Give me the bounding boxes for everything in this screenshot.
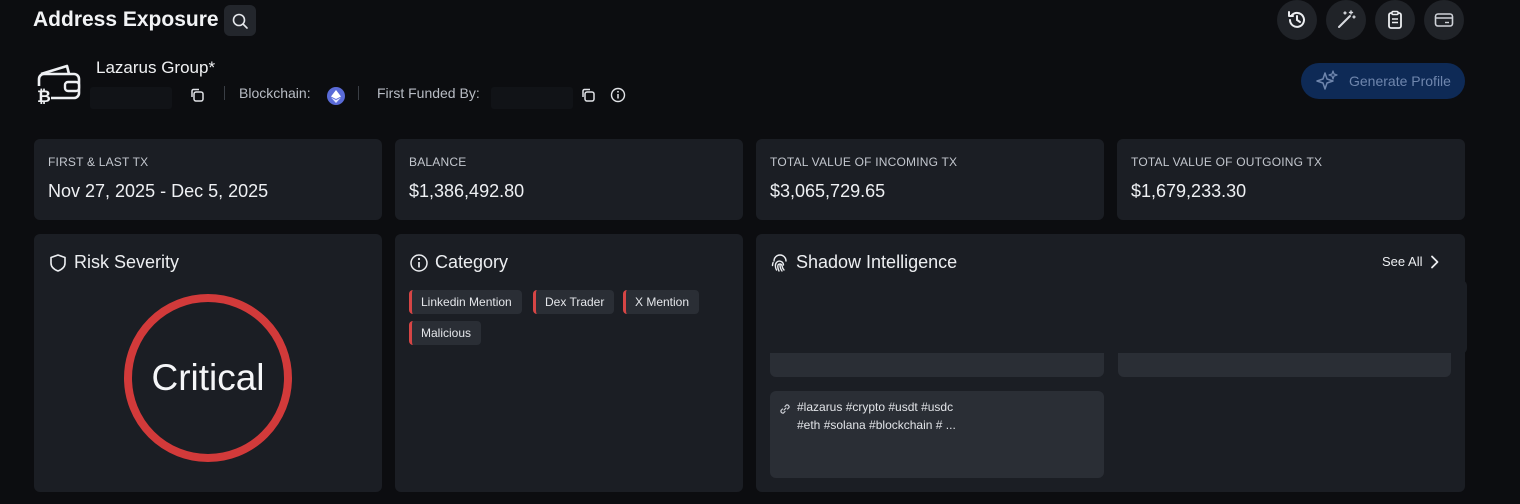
sparkle-icon — [1316, 70, 1338, 90]
separator — [358, 86, 359, 100]
stat-value: $1,679,233.30 — [1131, 181, 1247, 201]
stat-card-incoming: TOTAL VALUE OF INCOMING TX $3,065,729.65 — [756, 139, 1104, 220]
stat-card-balance: BALANCE $1,386,492.80 — [395, 139, 743, 220]
first-funded-label: First Funded By: — [377, 85, 480, 101]
stat-value: Nov 27, 2025 - Dec 5, 2025 — [48, 181, 269, 201]
copy-icon[interactable] — [189, 87, 205, 103]
intel-carousel-overlay — [770, 280, 1467, 354]
shadow-intelligence-header: Shadow Intelligence — [770, 252, 957, 273]
category-header: Category — [409, 252, 508, 273]
category-tag[interactable]: X Mention — [623, 290, 700, 314]
clipboard-button[interactable] — [1375, 0, 1415, 40]
bitcoin-wallet-icon: ₿ — [35, 64, 81, 104]
svg-text:₿: ₿ — [37, 87, 51, 104]
search-button[interactable] — [224, 5, 256, 36]
category-tag[interactable]: Malicious — [409, 321, 482, 345]
see-all-link[interactable]: See All — [1382, 254, 1440, 269]
see-all-label: See All — [1382, 254, 1423, 269]
stat-card-outgoing: TOTAL VALUE OF OUTGOING TX $1,679,233.30 — [1117, 139, 1465, 220]
address-value-masked — [90, 87, 172, 109]
magic-wand-button[interactable] — [1326, 0, 1366, 40]
page-title: Address Exposure — [33, 8, 219, 31]
intel-post-card[interactable]: #lazarus #crypto #usdt #usdc #eth #solan… — [770, 391, 1104, 478]
shield-icon — [50, 253, 66, 272]
shadow-intelligence-title: Shadow Intelligence — [796, 252, 958, 272]
risk-level-ring: Critical — [124, 294, 292, 462]
entity-name: Lazarus Group* — [96, 58, 216, 77]
stat-label: BALANCE — [409, 155, 467, 169]
magic-wand-icon — [1338, 10, 1356, 28]
blockchain-label: Blockchain: — [239, 85, 311, 101]
stat-label: TOTAL VALUE OF INCOMING TX — [770, 155, 958, 169]
category-tag[interactable]: Linkedin Mention — [409, 290, 522, 314]
history-icon — [1288, 11, 1305, 28]
info-icon — [410, 253, 428, 272]
post-hashtags-line: #eth #solana #blockchain # ... — [797, 418, 956, 432]
category-title: Category — [435, 252, 509, 272]
post-hashtags-line: #lazarus #crypto #usdt #usdc — [797, 400, 954, 414]
stat-card-first-last-tx: FIRST & LAST TX Nov 27, 2025 - Dec 5, 20… — [34, 139, 382, 220]
category-panel: Category Linkedin Mention Dex Trader X M… — [395, 234, 743, 492]
risk-level-text: Critical — [151, 357, 265, 398]
link-icon — [780, 404, 790, 414]
funder-address-masked — [491, 87, 573, 109]
fingerprint-icon — [771, 253, 787, 272]
separator — [224, 86, 225, 100]
search-icon — [232, 13, 248, 29]
stat-value: $3,065,729.65 — [770, 181, 886, 201]
generate-profile-label: Generate Profile — [1349, 73, 1451, 89]
risk-severity-title: Risk Severity — [74, 252, 180, 272]
risk-severity-header: Risk Severity — [48, 252, 179, 273]
copy-icon[interactable] — [580, 87, 596, 103]
chevron-right-icon — [1431, 255, 1439, 268]
stat-label: FIRST & LAST TX — [48, 155, 149, 169]
intel-card[interactable] — [1118, 353, 1451, 377]
stat-label: TOTAL VALUE OF OUTGOING TX — [1131, 155, 1323, 169]
stat-value: $1,386,492.80 — [409, 181, 525, 201]
card-icon — [1434, 13, 1454, 27]
card-button[interactable] — [1424, 0, 1464, 40]
history-button[interactable] — [1277, 0, 1317, 40]
generate-profile-button[interactable]: Generate Profile — [1301, 63, 1465, 99]
info-icon[interactable] — [610, 87, 626, 103]
category-tag[interactable]: Dex Trader — [533, 290, 615, 314]
clipboard-icon — [1388, 10, 1402, 29]
intel-card[interactable] — [770, 353, 1104, 377]
ethereum-icon — [327, 87, 345, 105]
